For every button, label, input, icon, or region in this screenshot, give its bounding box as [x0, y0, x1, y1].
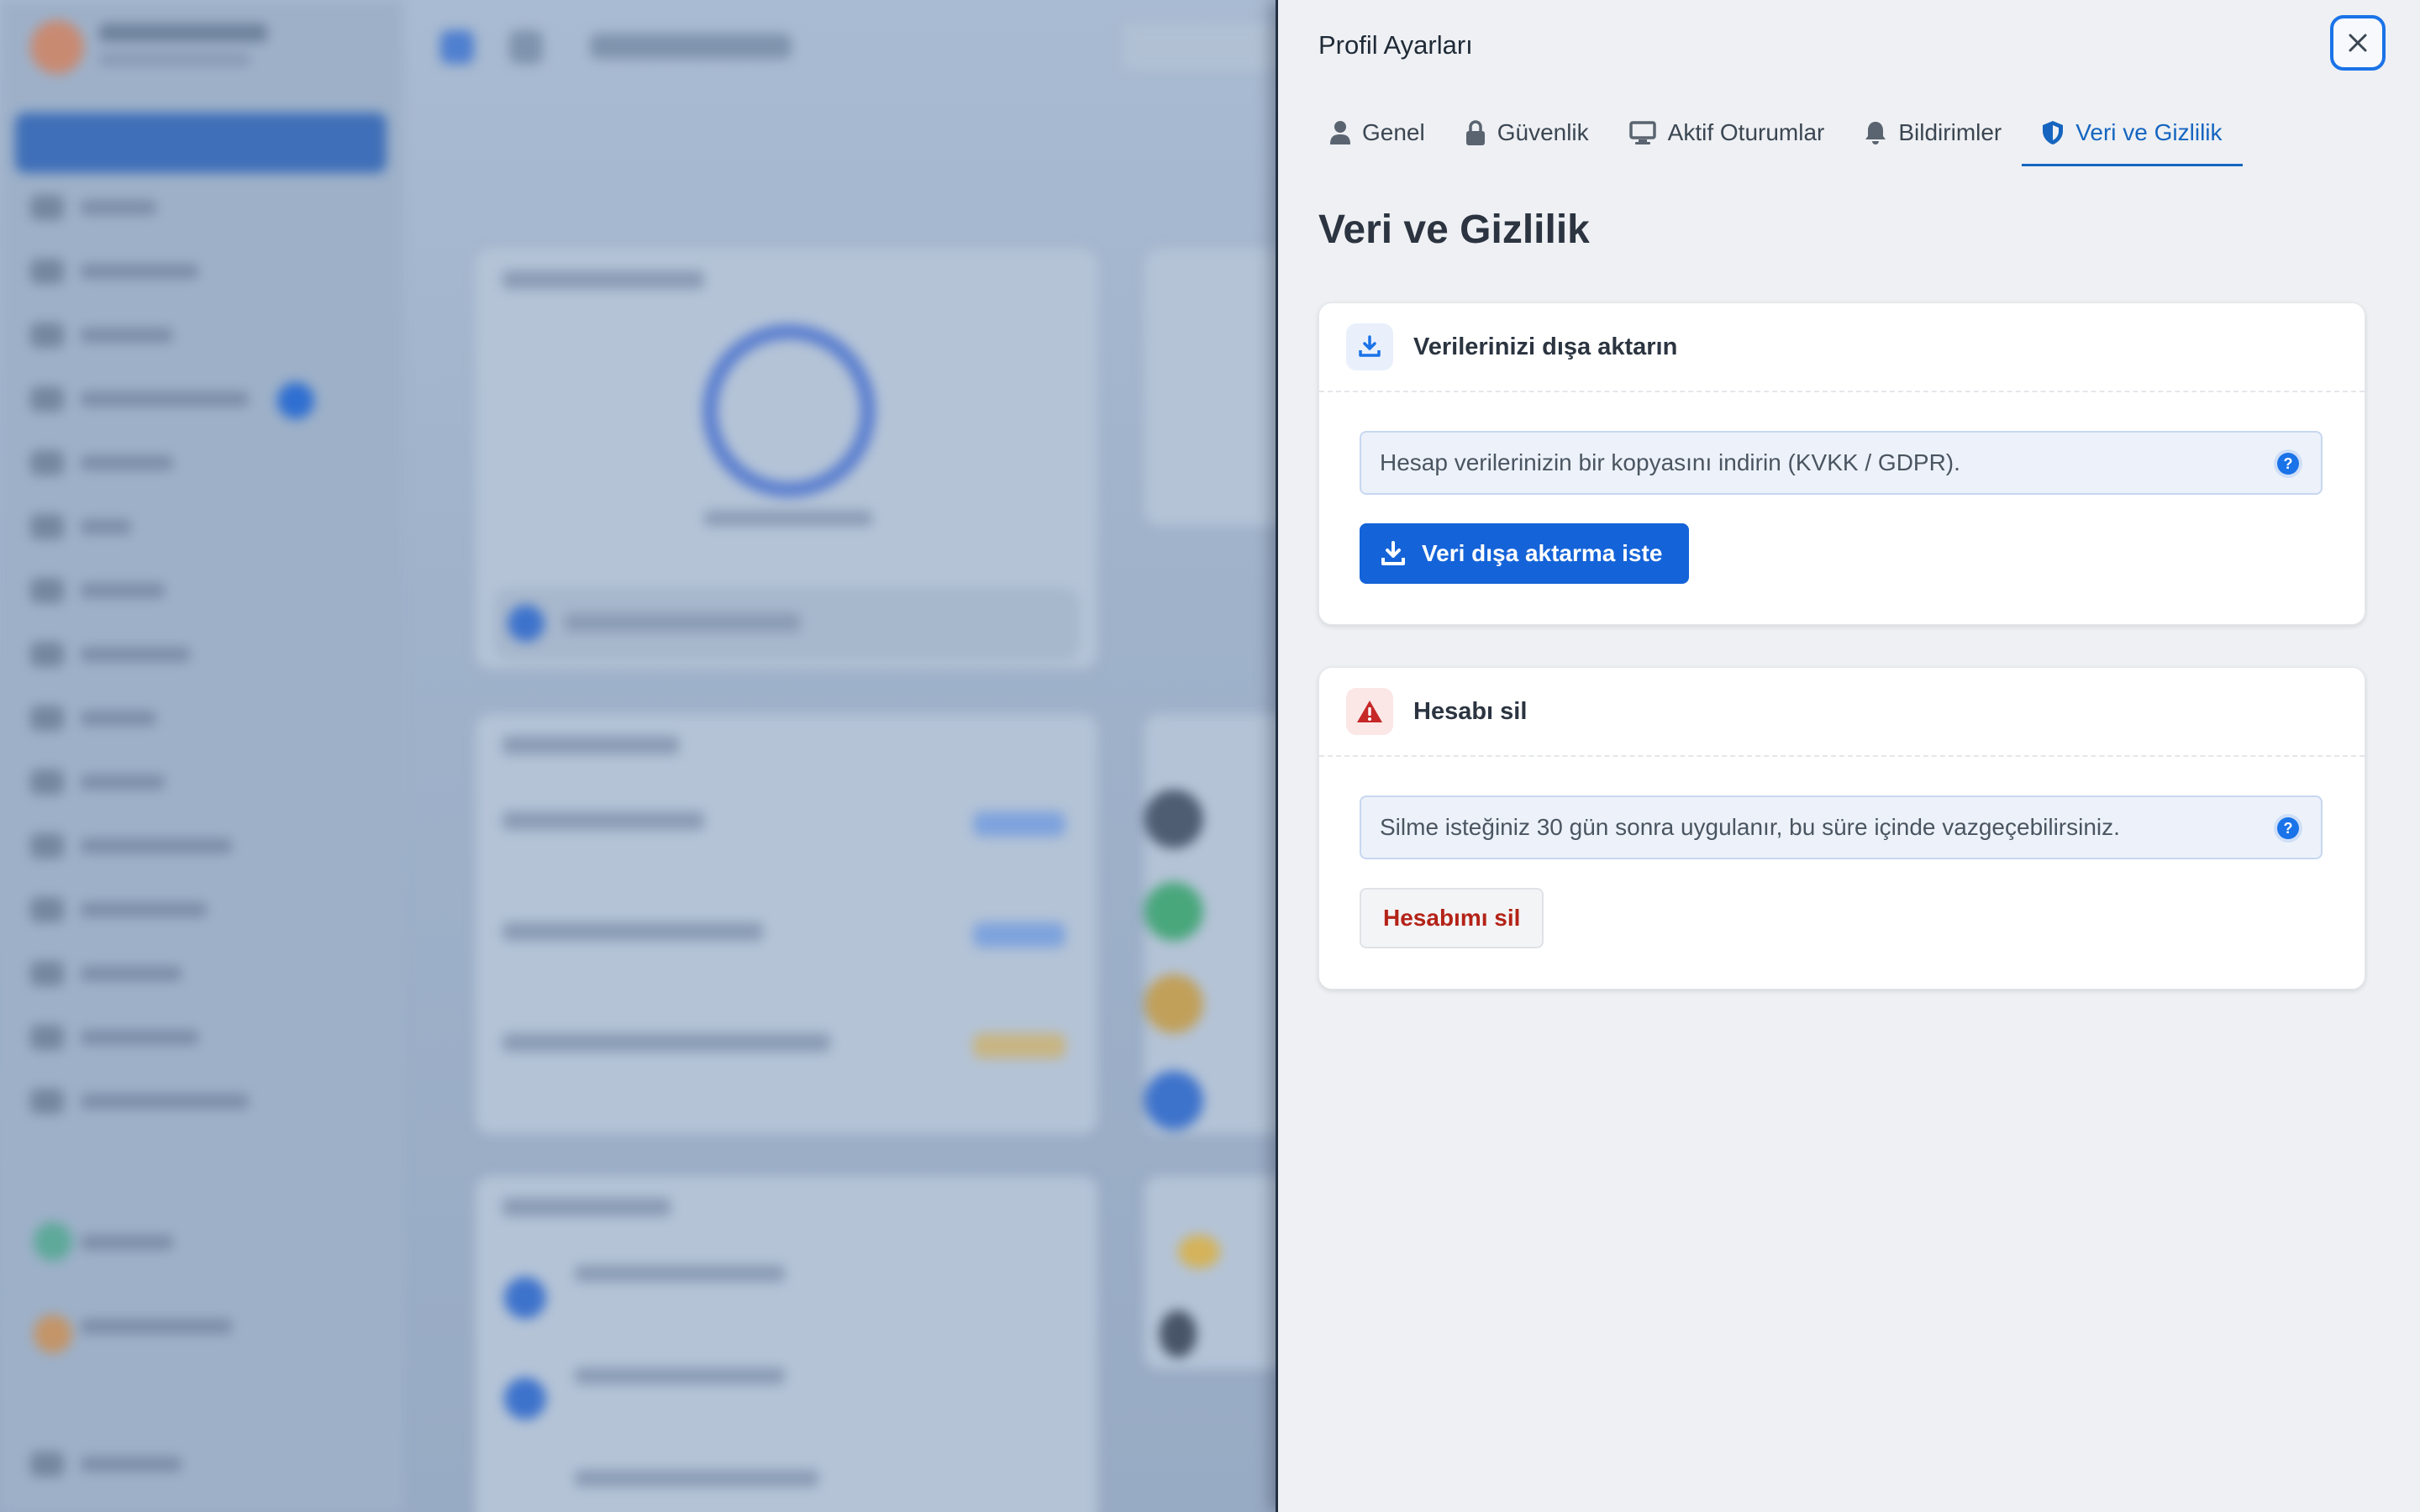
request-data-export-label: Veri dışa aktarma iste	[1422, 540, 1663, 566]
bell-icon	[1865, 122, 1886, 144]
warning-icon	[1346, 688, 1393, 735]
delete-account-button[interactable]: Hesabımı sil	[1360, 888, 1544, 948]
close-icon	[2349, 34, 2367, 52]
tab-general[interactable]: Genel	[1312, 101, 1445, 165]
download-icon	[1346, 323, 1393, 370]
delete-account-info-text: Silme isteğiniz 30 gün sonra uygulanır, …	[1380, 814, 2120, 840]
settings-tabs: Genel Güvenlik Aktif Oturumlar Bildiriml…	[1312, 101, 2243, 166]
background-dashboard	[0, 0, 1276, 1512]
download-icon	[1381, 541, 1405, 565]
help-icon[interactable]: ?	[2277, 817, 2299, 839]
tab-general-label: Genel	[1362, 119, 1425, 145]
monitor-icon	[1628, 121, 1656, 144]
delete-account-info: Silme isteğiniz 30 gün sonra uygulanır, …	[1360, 795, 2323, 859]
delete-account-card: Hesabı sil Silme isteğiniz 30 gün sonra …	[1318, 667, 2365, 990]
delete-account-title: Hesabı sil	[1413, 697, 1528, 725]
data-export-info: Hesap verilerinizin bir kopyasını indiri…	[1360, 431, 2323, 495]
close-button[interactable]	[2330, 15, 2386, 71]
delete-account-button-label: Hesabımı sil	[1383, 905, 1521, 931]
tab-security-label: Güvenlik	[1497, 119, 1589, 145]
tab-data-privacy[interactable]: Veri ve Gizlilik	[2022, 101, 2243, 166]
panel-title: Profil Ayarları	[1318, 30, 1473, 60]
tab-notifications-label: Bildirimler	[1898, 119, 2002, 145]
data-export-card: Verilerinizi dışa aktarın Hesap verileri…	[1318, 302, 2365, 625]
section-title: Veri ve Gizlilik	[1318, 207, 1590, 252]
tab-active-sessions-label: Aktif Oturumlar	[1667, 119, 1825, 145]
user-icon	[1330, 121, 1350, 144]
tab-data-privacy-label: Veri ve Gizlilik	[2075, 119, 2223, 145]
data-export-info-text: Hesap verilerinizin bir kopyasını indiri…	[1380, 449, 1960, 475]
delete-account-card-header: Hesabı sil	[1319, 668, 2365, 757]
lock-icon	[1465, 120, 1485, 145]
tab-active-sessions[interactable]: Aktif Oturumlar	[1609, 101, 1845, 165]
tab-notifications[interactable]: Bildirimler	[1844, 101, 2022, 165]
shield-icon	[2043, 121, 2064, 144]
data-export-title: Verilerinizi dışa aktarın	[1413, 333, 1678, 360]
request-data-export-button[interactable]: Veri dışa aktarma iste	[1360, 523, 1690, 584]
help-icon[interactable]: ?	[2277, 453, 2299, 475]
tab-security[interactable]: Güvenlik	[1445, 101, 1609, 165]
profile-settings-panel: Profil Ayarları Genel Güvenlik Aktif Otu…	[1276, 0, 2420, 1512]
data-export-card-header: Verilerinizi dışa aktarın	[1319, 303, 2365, 392]
